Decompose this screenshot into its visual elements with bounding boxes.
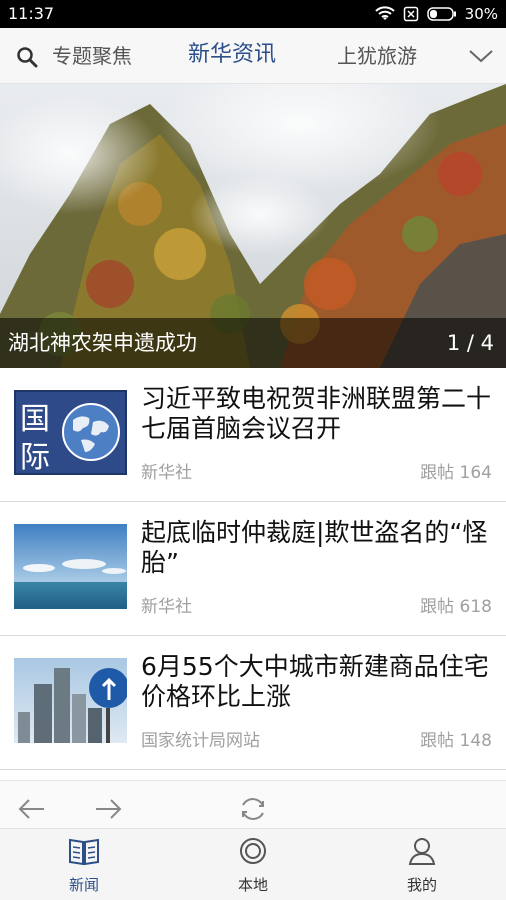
news-source: 国家统计局网站 [141, 731, 260, 751]
news-title[interactable]: 习近平致电祝贺非洲联盟第二十七届首脑会议召开 [141, 384, 491, 444]
status-time: 11:37 [8, 4, 55, 23]
chevron-down-icon[interactable] [468, 48, 494, 64]
search-icon[interactable] [16, 46, 38, 68]
tab-special-focus[interactable]: 专题聚焦 [52, 42, 132, 70]
news-list-item[interactable]: 6月55个大中城市新建商品住宅价格环比上涨 国家统计局网站 跟帖 148 [0, 636, 506, 770]
banner-caption[interactable]: 湖北神农架申遗成功 [8, 328, 197, 358]
battery-percent: 30% [464, 5, 498, 23]
news-title[interactable]: 起底临时仲裁庭|欺世盗名的“怪胎” [141, 518, 491, 578]
thumbnail-frame [14, 390, 127, 475]
newspaper-icon [69, 838, 99, 866]
buildings-image [14, 658, 127, 743]
news-thumbnail-international: 国 际 [14, 390, 127, 475]
tab-shangyou-travel[interactable]: 上犹旅游 [337, 42, 417, 70]
tab-profile-label: 我的 [406, 876, 437, 894]
banner-page-indicator: 1 / 4 [446, 331, 494, 355]
news-comment-count[interactable]: 跟帖 164 [420, 458, 492, 483]
refresh-icon[interactable] [237, 793, 269, 825]
tab-local[interactable]: 本地 [193, 829, 313, 900]
bottom-tab-bar: 新闻 本地 我的 [0, 828, 506, 900]
location-icon [240, 838, 266, 864]
tab-news[interactable]: 新闻 [24, 829, 144, 900]
status-icons: 30% [374, 4, 498, 24]
tab-news-label: 新闻 [68, 876, 99, 894]
tab-xinhua-news[interactable]: 新华资讯 [188, 41, 276, 69]
news-thumbnail-sea [14, 524, 127, 609]
wifi-icon [374, 6, 395, 20]
news-thumbnail-buildings [14, 658, 127, 743]
user-icon [408, 838, 436, 865]
news-title[interactable]: 6月55个大中城市新建商品住宅价格环比上涨 [141, 652, 491, 712]
browser-toolbar [0, 780, 506, 828]
top-nav: 专题聚焦 新华资讯 上犹旅游 [0, 28, 506, 84]
banner-caption-bar: 湖北神农架申遗成功 1 / 4 [0, 318, 506, 368]
news-comment-count[interactable]: 跟帖 148 [420, 726, 492, 751]
tab-profile[interactable]: 我的 [362, 829, 482, 900]
news-list-item[interactable]: 起底临时仲裁庭|欺世盗名的“怪胎” 新华社 跟帖 618 [0, 502, 506, 636]
banner-carousel[interactable]: 湖北神农架申遗成功 1 / 4 [0, 84, 506, 368]
sea-image [14, 524, 127, 609]
battery-icon [426, 7, 456, 21]
status-bar: 11:37 30% [0, 0, 506, 28]
no-sim-icon [403, 6, 418, 22]
news-list-item[interactable]: 国 际 习近平致电祝贺非洲联盟第二十七届首脑会议召开 新华社 跟帖 164 [0, 368, 506, 502]
forward-arrow-icon[interactable] [92, 793, 124, 825]
news-source: 新华社 [141, 463, 192, 483]
back-arrow-icon[interactable] [16, 793, 48, 825]
news-comment-count[interactable]: 跟帖 618 [420, 592, 492, 617]
tab-local-label: 本地 [237, 876, 268, 894]
news-source: 新华社 [141, 597, 192, 617]
